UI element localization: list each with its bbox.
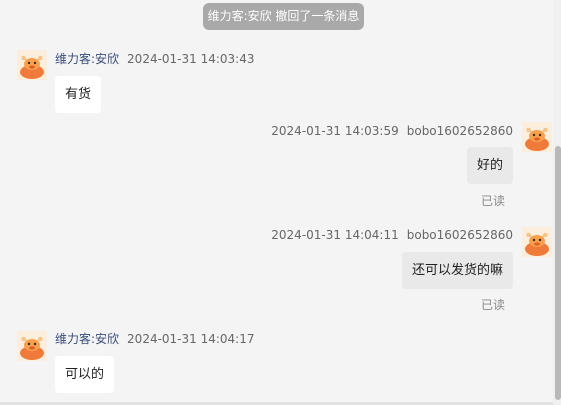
message-time: 2024-01-31 14:04:11 bbox=[271, 228, 399, 242]
sender-name: bobo1602652860 bbox=[406, 228, 513, 242]
scrollbar-thumb[interactable] bbox=[555, 146, 561, 400]
bull-mascot-icon bbox=[522, 122, 552, 152]
avatar-icon[interactable] bbox=[522, 227, 552, 257]
sender-name: 维力客:安欣 bbox=[55, 332, 120, 346]
message-bubble[interactable]: 还可以发货的嘛 bbox=[401, 252, 513, 289]
message-meta: 2024-01-31 14:04:11 bobo1602652860 bbox=[271, 227, 513, 243]
message-time: 2024-01-31 14:03:43 bbox=[127, 52, 255, 66]
bull-mascot-icon bbox=[17, 50, 47, 80]
message-bubble[interactable]: 有货 bbox=[55, 76, 102, 113]
message-meta: 2024-01-31 14:03:59 bobo1602652860 bbox=[271, 123, 513, 139]
read-status: 已读 bbox=[480, 298, 505, 312]
message-meta: 维力客:安欣 2024-01-31 14:04:17 bbox=[55, 331, 255, 347]
avatar-icon[interactable] bbox=[17, 331, 47, 361]
read-status: 已读 bbox=[480, 194, 505, 208]
message-bubble[interactable]: 可以的 bbox=[55, 356, 115, 393]
avatar-icon[interactable] bbox=[522, 122, 552, 152]
message-bubble[interactable]: 好的 bbox=[466, 147, 513, 184]
bull-mascot-icon bbox=[522, 227, 552, 257]
message-time: 2024-01-31 14:03:59 bbox=[271, 124, 399, 138]
avatar-icon[interactable] bbox=[17, 50, 47, 80]
sender-name: bobo1602652860 bbox=[406, 124, 513, 138]
sender-name: 维力客:安欣 bbox=[55, 52, 120, 66]
message-time: 2024-01-31 14:04:17 bbox=[127, 332, 255, 346]
recall-notice: 维力客:安欣 撤回了一条消息 bbox=[203, 3, 364, 30]
bull-mascot-icon bbox=[17, 331, 47, 361]
chat-window: 维力客:安欣 撤回了一条消息 维力客:安欣 2024-01-31 14:03:43… bbox=[0, 0, 561, 405]
message-meta: 维力客:安欣 2024-01-31 14:03:43 bbox=[55, 51, 255, 67]
